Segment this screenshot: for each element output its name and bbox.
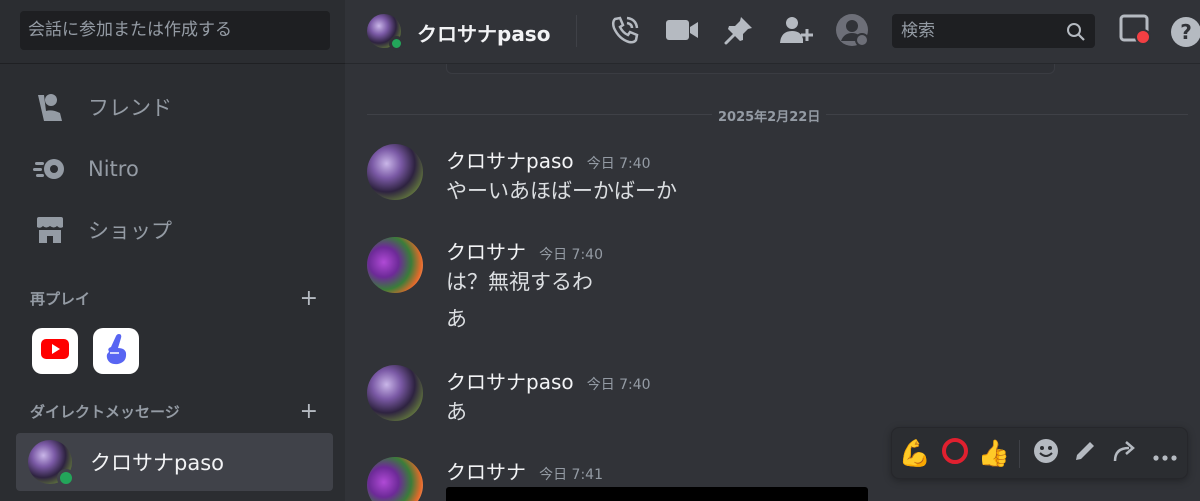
reaction-circle-button[interactable] [937,436,973,472]
reaction-flexed-biceps-button[interactable]: 💪 [897,436,933,472]
pin-icon [724,15,754,49]
channel-header: クロサナpaso 検索 ? [345,0,1200,64]
video-call-button[interactable] [664,14,700,50]
replay-app-hand[interactable] [93,328,139,374]
message-avatar[interactable] [367,457,423,501]
message-action-toolbar: 💪 👍 [891,427,1188,479]
forward-arrow-icon [1112,439,1138,470]
pencil-icon [1073,439,1097,470]
friends-icon [30,87,70,127]
message-timestamp: 今日 7:40 [539,247,603,263]
add-reaction-button[interactable] [1028,436,1064,472]
message-avatar[interactable] [367,365,423,421]
dm-item-label: クロサナpaso [90,451,224,475]
nav-shop[interactable]: ショップ [16,206,333,254]
message-header: クロサナpaso 今日 7:40 [446,145,651,174]
dm-section-header: ダイレクトメッセージ + [30,399,318,424]
voice-call-button[interactable] [607,14,643,50]
message-username[interactable]: クロサナ [446,240,526,264]
message-text: あ [446,400,467,424]
video-camera-icon [665,18,699,46]
message-search-input[interactable]: 検索 [892,14,1095,48]
replay-add-button[interactable]: + [300,286,318,311]
nav-friends-label: フレンド [88,96,172,120]
message-timestamp: 今日 7:41 [539,467,603,483]
message-text: あ [446,307,467,331]
forward-message-button[interactable] [1107,436,1143,472]
message-text: やーいあほばーかばーか [446,179,677,203]
toolbar-divider [1019,440,1020,468]
inbox-icon [1118,13,1152,51]
pinned-messages-button[interactable] [721,14,757,50]
add-friends-to-dm-button[interactable] [778,14,814,50]
flexed-biceps-icon: 💪 [898,439,932,469]
reaction-thumbs-up-button[interactable]: 👍 [976,436,1012,472]
dm-item[interactable]: クロサナpaso [16,433,333,491]
message-username[interactable]: クロサナpaso [446,149,574,173]
message-username[interactable]: クロサナ [446,460,526,484]
search-icon [1066,20,1086,54]
date-divider: 2025年2月22日 [712,106,827,125]
replay-app-youtube[interactable] [32,328,78,374]
nav-shop-label: ショップ [88,219,172,243]
header-avatar [367,14,404,51]
message-header: クロサナ 今日 7:40 [446,236,603,265]
replay-header-label: 再プレイ [30,289,91,308]
message-timestamp: 今日 7:40 [586,377,651,393]
edit-message-button[interactable] [1067,436,1103,472]
message-search-placeholder: 検索 [901,21,935,41]
more-options-button[interactable] [1147,436,1183,472]
message-avatar[interactable] [367,237,423,293]
online-status-icon [57,469,75,487]
sidebar-search-wrap: 会話に参加または作成する [0,0,345,64]
help-button[interactable]: ? [1168,14,1200,50]
hand-icon [101,332,131,370]
nav-nitro[interactable]: Nitro [16,145,333,193]
previous-attachment-edge [446,64,1055,74]
thumbs-up-icon: 👍 [977,439,1011,469]
conversation-search-input[interactable]: 会話に参加または作成する [20,11,330,50]
online-status-icon [389,36,404,51]
avatar [28,440,75,487]
nitro-icon [30,149,70,189]
dm-header-label: ダイレクトメッセージ [30,402,180,421]
message-text: は？無視するわ [446,270,593,294]
dm-add-button[interactable]: + [300,399,318,424]
phone-icon [610,15,640,49]
header-username: クロサナpaso [417,22,551,46]
message-username[interactable]: クロサナpaso [446,370,574,394]
user-profile-button[interactable] [834,14,870,50]
youtube-icon [41,339,69,363]
inbox-button[interactable] [1117,14,1153,50]
profile-icon [835,13,869,51]
nav-nitro-label: Nitro [88,157,139,181]
emoji-icon [1033,438,1059,471]
shop-icon [30,210,70,250]
red-circle-icon [941,437,969,472]
sidebar: 会話に参加または作成する フレンド Nitro ショップ 再プレイ + ダイレク… [0,0,345,501]
message-timestamp: 今日 7:40 [586,156,651,172]
message-avatar[interactable] [367,144,423,200]
replay-section-header: 再プレイ + [30,286,318,311]
message-header: クロサナ 今日 7:41 [446,456,603,485]
add-user-icon [779,15,813,49]
ellipsis-icon [1152,439,1178,469]
message-attachment[interactable] [446,487,868,501]
nav-friends[interactable]: フレンド [16,83,333,131]
message-header: クロサナpaso 今日 7:40 [446,366,651,395]
help-icon: ? [1171,17,1200,47]
header-divider [576,15,577,47]
